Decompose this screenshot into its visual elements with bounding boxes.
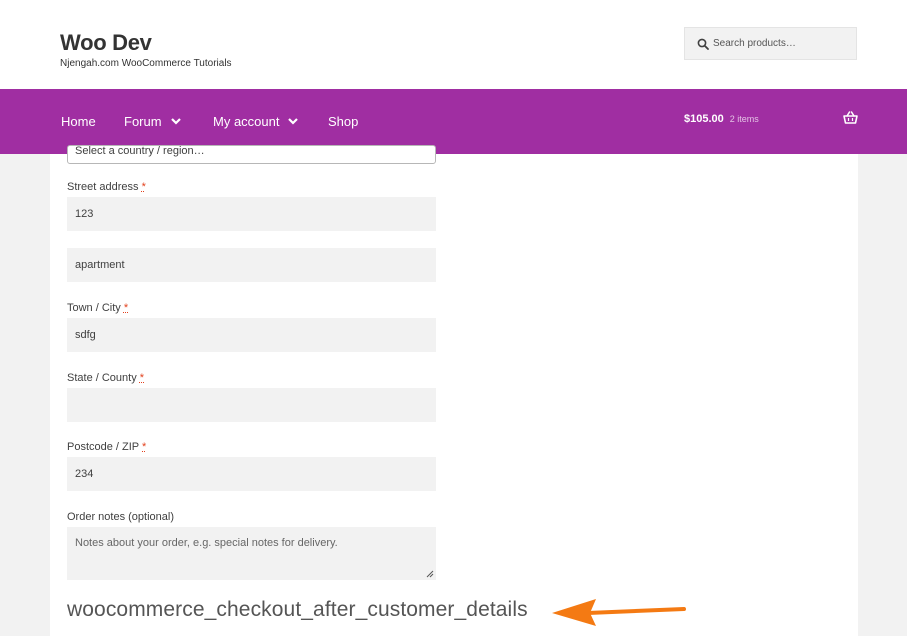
chevron-down-icon[interactable] (288, 118, 299, 125)
state-county-label-text: State / County (67, 372, 137, 384)
street-address-label: Street address * (67, 181, 146, 193)
nav-label-forum: Forum (124, 114, 162, 129)
search-icon (697, 38, 709, 50)
order-notes-placeholder: Notes about your order, e.g. special not… (75, 537, 338, 549)
basket-icon[interactable] (843, 111, 858, 124)
resize-grip-icon[interactable] (426, 570, 434, 578)
cart-total: $105.00 (684, 113, 724, 125)
site-tagline: Njengah.com WooCommerce Tutorials (60, 58, 232, 69)
nav-label-shop: Shop (328, 114, 359, 129)
search-box[interactable] (684, 27, 857, 60)
postcode-field[interactable]: 234 (67, 457, 436, 491)
postcode-label: Postcode / ZIP * (67, 441, 146, 453)
apartment-field[interactable]: apartment (67, 248, 436, 282)
search-input[interactable] (713, 38, 853, 49)
nav-label-home: Home (61, 114, 96, 129)
hook-annotation-text: woocommerce_checkout_after_customer_deta… (67, 598, 528, 621)
street-address-label-text: Street address (67, 181, 139, 193)
town-city-label: Town / City * (67, 302, 128, 314)
site-title[interactable]: Woo Dev (60, 30, 152, 56)
street-address-field[interactable]: 123 (67, 197, 436, 231)
postcode-label-text: Postcode / ZIP (67, 441, 139, 453)
required-mark: * (139, 372, 145, 384)
site-header: Woo Dev Njengah.com WooCommerce Tutorial… (0, 0, 907, 89)
cart-link[interactable]: $105.00 2 items (684, 89, 759, 149)
arrow-icon (552, 599, 686, 626)
required-mark: * (141, 181, 146, 193)
required-mark: * (123, 302, 129, 314)
town-city-field[interactable]: sdfg (67, 318, 436, 352)
town-city-label-text: Town / City (67, 302, 121, 314)
state-county-label: State / County * (67, 372, 144, 384)
cart-count: 2 items (729, 114, 759, 124)
chevron-down-icon[interactable] (170, 118, 181, 125)
required-mark: * (142, 441, 147, 453)
country-select[interactable]: Select a country / region… (67, 145, 436, 164)
state-county-field[interactable] (67, 388, 436, 422)
nav-label-my-account: My account (213, 114, 280, 129)
order-notes-label: Order notes (optional) (67, 511, 174, 523)
order-notes-textarea[interactable]: Notes about your order, e.g. special not… (67, 527, 436, 580)
